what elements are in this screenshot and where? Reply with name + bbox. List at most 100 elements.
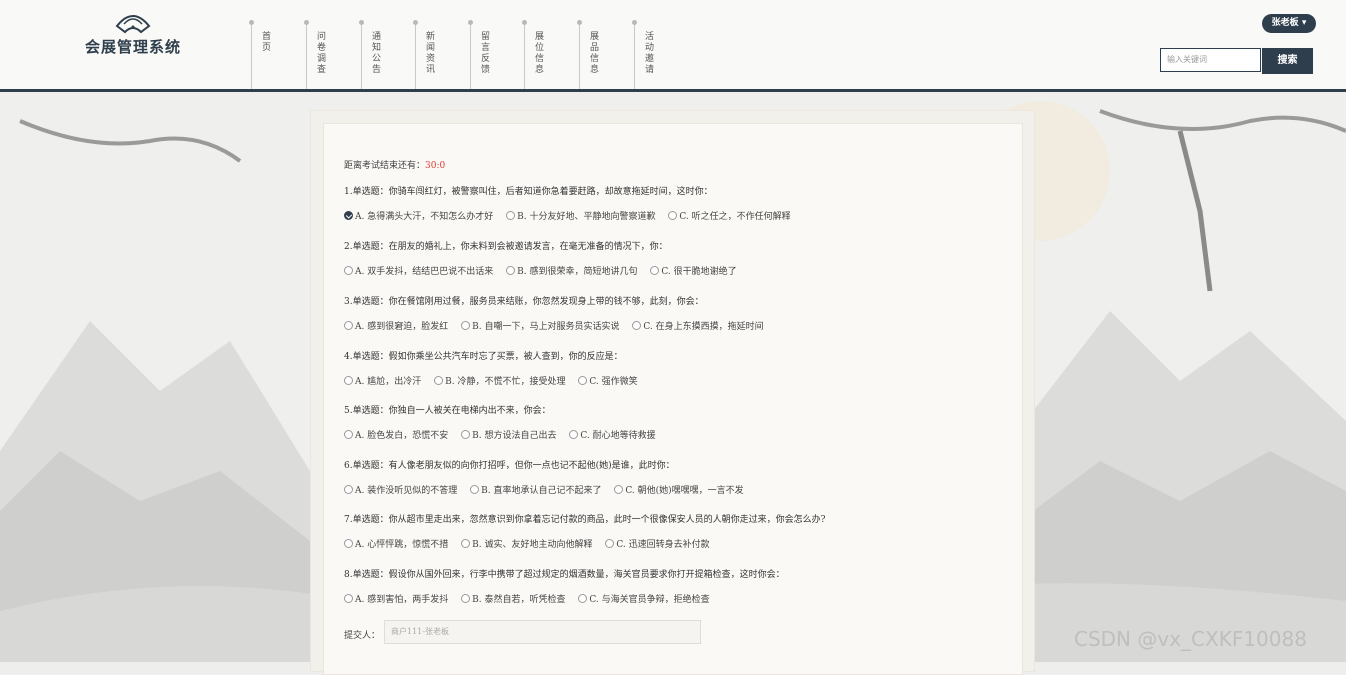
option-a[interactable]: A. 急得满头大汗，不知怎么办才好 bbox=[344, 209, 493, 222]
option-label: A. 急得满头大汗，不知怎么办才好 bbox=[355, 212, 494, 222]
option-c[interactable]: C. 强作微笑 bbox=[578, 374, 638, 387]
question-title: 5.单选题：你独自一人被关在电梯内出不来，你会： bbox=[344, 406, 551, 416]
question-title: 3.单选题：你在餐馆刚用过餐，服务员来结账，你忽然发现身上带的钱不够，此刻，你会… bbox=[344, 297, 704, 307]
radio-icon bbox=[470, 485, 480, 494]
option-label: A. 感到害怕，两手发抖 bbox=[355, 595, 449, 605]
question-options: A. 双手发抖，结结巴巴说不出话来 B. 感到很荣幸，简短地讲几句 C. 很干脆… bbox=[344, 264, 984, 277]
timer-label: 距离考试结束还有： bbox=[344, 161, 426, 171]
option-b[interactable]: B. 泰然自若，听凭检查 bbox=[461, 592, 565, 605]
user-menu-button[interactable]: 张老板 ▾ bbox=[1262, 14, 1316, 33]
option-c[interactable]: C. 在身上东摸西摸，拖延时间 bbox=[632, 319, 764, 332]
option-c[interactable]: C. 迅速回转身去补付款 bbox=[605, 537, 710, 550]
chevron-down-icon: ▾ bbox=[1301, 18, 1307, 28]
option-a[interactable]: A. 心怦怦跳，惊慌不措 bbox=[344, 537, 448, 550]
nav-dot bbox=[468, 20, 473, 25]
option-a[interactable]: A. 装作没听见似的不答理 bbox=[344, 483, 457, 496]
option-label: A. 脸色发白，恐慌不安 bbox=[355, 431, 449, 441]
exam-timer: 距离考试结束还有：30:0 bbox=[344, 158, 445, 171]
radio-icon bbox=[632, 321, 642, 330]
radio-icon bbox=[344, 430, 353, 439]
radio-icon bbox=[668, 211, 678, 220]
radio-icon bbox=[344, 376, 353, 385]
option-b[interactable]: B. 十分友好地、平静地向警察道歉 bbox=[506, 209, 655, 222]
timer-value: 30:0 bbox=[425, 161, 446, 171]
radio-icon bbox=[578, 594, 588, 603]
option-c[interactable]: C. 很干脆地谢绝了 bbox=[650, 264, 737, 277]
nav-dot bbox=[522, 20, 527, 25]
option-c[interactable]: C. 耐心地等待救援 bbox=[569, 428, 656, 441]
option-label: B. 诚实、友好地主动向他解释 bbox=[472, 540, 593, 550]
exam-card: 距离考试结束还有：30:0 1.单选题：你骑车闯红灯，被警察叫住，后者知道你急着… bbox=[323, 123, 1023, 675]
radio-icon bbox=[344, 321, 353, 330]
option-b[interactable]: B. 冷静，不慌不忙，接受处理 bbox=[434, 374, 565, 387]
option-label: C. 在身上东摸西摸，拖延时间 bbox=[643, 322, 764, 332]
option-b[interactable]: B. 想方设法自己出去 bbox=[461, 428, 556, 441]
option-a[interactable]: A. 感到害怕，两手发抖 bbox=[344, 592, 448, 605]
nav-dot bbox=[577, 20, 582, 25]
nav-label: 问卷调查 bbox=[317, 32, 327, 75]
option-a[interactable]: A. 脸色发白，恐慌不安 bbox=[344, 428, 448, 441]
radio-icon bbox=[650, 266, 660, 275]
nav-label: 展品信息 bbox=[590, 32, 600, 75]
option-b[interactable]: B. 诚实、友好地主动向他解释 bbox=[461, 537, 592, 550]
nav-item-notice[interactable]: 通知公告 bbox=[359, 20, 416, 89]
nav-dot bbox=[632, 20, 637, 25]
submitter-label: 提交人： bbox=[344, 631, 381, 641]
option-label: B. 想方设法自己出去 bbox=[472, 431, 557, 441]
exam-card-container: 距离考试结束还有：30:0 1.单选题：你骑车闯红灯，被警察叫住，后者知道你急着… bbox=[310, 110, 1035, 675]
question-options: A. 感到很窘迫，脸发红 B. 自嘲一下，马上对服务员实话实说 C. 在身上东摸… bbox=[344, 319, 984, 332]
question-3: 3.单选题：你在餐馆刚用过餐，服务员来结账，你忽然发现身上带的钱不够，此刻，你会… bbox=[344, 294, 984, 332]
nav-item-survey[interactable]: 问卷调查 bbox=[304, 20, 361, 89]
option-label: C. 耐心地等待救援 bbox=[580, 431, 656, 441]
option-label: B. 冷静，不慌不忙，接受处理 bbox=[445, 377, 566, 387]
nav-item-home[interactable]: 首页 bbox=[249, 20, 306, 89]
nav-item-invitation[interactable]: 活动邀请 bbox=[632, 20, 689, 89]
radio-icon bbox=[605, 539, 615, 548]
search-input[interactable]: 输入关键词 bbox=[1160, 48, 1261, 72]
question-options: A. 尴尬，出冷汗 B. 冷静，不慌不忙，接受处理 C. 强作微笑 bbox=[344, 374, 984, 387]
radio-checked-icon bbox=[344, 211, 353, 220]
question-options: A. 脸色发白，恐慌不安 B. 想方设法自己出去 C. 耐心地等待救援 bbox=[344, 428, 984, 441]
radio-icon bbox=[569, 430, 579, 439]
radio-icon bbox=[461, 539, 471, 548]
app-title: 会展管理系统 bbox=[85, 38, 182, 56]
option-label: C. 很干脆地谢绝了 bbox=[661, 267, 737, 277]
nav-item-news[interactable]: 新闻资讯 bbox=[413, 20, 470, 89]
radio-icon bbox=[344, 594, 353, 603]
option-label: C. 听之任之，不作任何解释 bbox=[679, 212, 791, 222]
option-c[interactable]: C. 朝他(她)嘿嘿嘿，一言不发 bbox=[614, 483, 744, 496]
option-c[interactable]: C. 听之任之，不作任何解释 bbox=[668, 209, 791, 222]
nav-label: 通知公告 bbox=[372, 32, 382, 75]
nav-item-exhibit[interactable]: 展品信息 bbox=[577, 20, 634, 89]
option-b[interactable]: B. 自嘲一下，马上对服务员实话实说 bbox=[461, 319, 619, 332]
option-c[interactable]: C. 与海关官员争辩，拒绝检查 bbox=[578, 592, 710, 605]
question-6: 6.单选题：有人像老朋友似的向你打招呼，但你一点也记不起他(她)是谁，此时你： … bbox=[344, 458, 984, 496]
option-b[interactable]: B. 直率地承认自己记不起来了 bbox=[470, 483, 601, 496]
question-title: 1.单选题：你骑车闯红灯，被警察叫住，后者知道你急着要赶路，却故意拖延时间，这时… bbox=[344, 187, 713, 197]
option-label: A. 尴尬，出冷汗 bbox=[355, 377, 422, 387]
submitter-field[interactable]: 商户111-张老板 bbox=[384, 620, 701, 644]
search-button[interactable]: 搜索 bbox=[1262, 48, 1313, 74]
question-options: A. 装作没听见似的不答理 B. 直率地承认自己记不起来了 C. 朝他(她)嘿嘿… bbox=[344, 483, 984, 496]
option-a[interactable]: A. 尴尬，出冷汗 bbox=[344, 374, 421, 387]
radio-icon bbox=[614, 485, 624, 494]
nav-label: 留言反馈 bbox=[481, 32, 491, 75]
user-name: 张老板 bbox=[1271, 18, 1299, 28]
option-label: B. 自嘲一下，马上对服务员实话实说 bbox=[472, 322, 620, 332]
nav-item-booth[interactable]: 展位信息 bbox=[522, 20, 579, 89]
question-options: A. 感到害怕，两手发抖 B. 泰然自若，听凭检查 C. 与海关官员争辩，拒绝检… bbox=[344, 592, 984, 605]
logo[interactable]: 会展管理系统 bbox=[85, 12, 180, 57]
fan-logo-icon bbox=[115, 15, 150, 34]
radio-icon bbox=[344, 266, 353, 275]
option-b[interactable]: B. 感到很荣幸，简短地讲几句 bbox=[506, 264, 637, 277]
option-label: C. 与海关官员争辩，拒绝检查 bbox=[589, 595, 710, 605]
question-5: 5.单选题：你独自一人被关在电梯内出不来，你会： A. 脸色发白，恐慌不安 B.… bbox=[344, 403, 984, 441]
nav-item-feedback[interactable]: 留言反馈 bbox=[468, 20, 525, 89]
option-a[interactable]: A. 双手发抖，结结巴巴说不出话来 bbox=[344, 264, 493, 277]
nav-label: 活动邀请 bbox=[645, 32, 655, 75]
nav-dot bbox=[304, 20, 309, 25]
radio-icon bbox=[461, 594, 471, 603]
question-options: A. 心怦怦跳，惊慌不措 B. 诚实、友好地主动向他解释 C. 迅速回转身去补付… bbox=[344, 537, 984, 550]
option-a[interactable]: A. 感到很窘迫，脸发红 bbox=[344, 319, 448, 332]
option-label: A. 心怦怦跳，惊慌不措 bbox=[355, 540, 449, 550]
